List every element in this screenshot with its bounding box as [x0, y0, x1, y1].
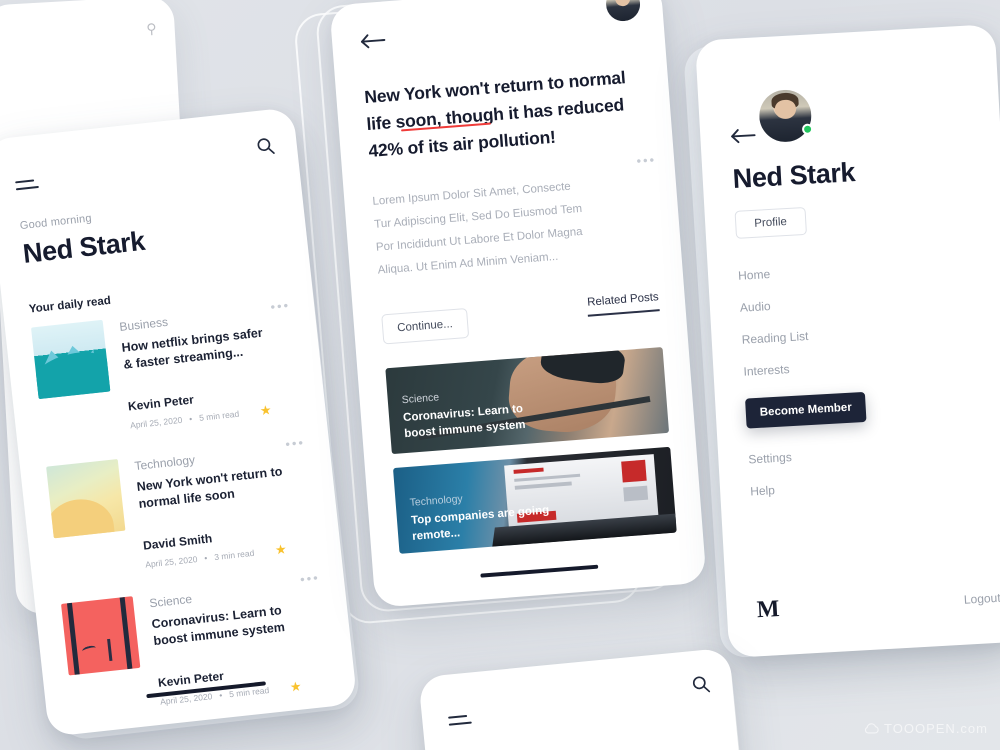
- meta-separator: •: [203, 552, 208, 564]
- menu-item-audio[interactable]: Audio: [740, 287, 984, 315]
- star-icon[interactable]: ★: [289, 678, 302, 695]
- more-dots-icon[interactable]: •••: [299, 570, 320, 587]
- brand-logo: M: [756, 596, 781, 624]
- article-thumbnail: [46, 458, 126, 539]
- related-post-title: Coronavirus: Learn to boost immune syste…: [402, 403, 526, 441]
- star-icon[interactable]: ★: [274, 541, 287, 558]
- watermark-text: TOOOPEN.com: [884, 721, 988, 736]
- search-icon[interactable]: [690, 674, 711, 695]
- related-post-card[interactable]: Technology Top companies are going remot…: [393, 447, 677, 555]
- bottom-home-screen-phone: Good morning: [418, 647, 750, 750]
- profile-drawer-phone: Ned Stark Profile Home Audio Reading Lis…: [694, 24, 1000, 658]
- menu-item-home[interactable]: Home: [738, 255, 982, 283]
- article-list-item[interactable]: ••• Technology New York won't return to …: [46, 435, 319, 582]
- hamburger-icon[interactable]: [448, 714, 472, 726]
- avatar[interactable]: [758, 88, 814, 144]
- search-icon: ⚲: [145, 20, 158, 37]
- menu-item-settings[interactable]: Settings: [748, 439, 992, 466]
- more-dots-icon[interactable]: •••: [636, 152, 657, 168]
- greeting-text: Good morning: [452, 730, 716, 750]
- related-post-category: Science: [401, 391, 440, 407]
- article-date: April 25, 2020: [144, 553, 198, 570]
- screenshot-canvas: ⚲ fer ••• ★ ★ Good morning Ned Stark You…: [0, 0, 1000, 750]
- article-headline: New York won't return to normal life soo…: [363, 67, 627, 162]
- continue-button[interactable]: Continue...: [381, 308, 469, 345]
- meta-separator: •: [188, 413, 193, 424]
- back-arrow-icon[interactable]: [730, 127, 757, 145]
- become-member-button[interactable]: Become Member: [745, 391, 867, 429]
- meta-separator: •: [218, 690, 223, 701]
- home-screen-phone: Good morning Ned Stark Your daily read •…: [0, 107, 358, 737]
- more-dots-icon[interactable]: •••: [317, 735, 338, 737]
- article-read-time: 5 min read: [198, 408, 240, 423]
- logout-button[interactable]: Logout: [964, 591, 1000, 607]
- article-list-item[interactable]: ••• Science Coronavirus: Learn to boost …: [61, 570, 334, 720]
- user-name: Ned Stark: [731, 157, 856, 194]
- more-dots-icon[interactable]: •••: [285, 435, 306, 452]
- watermark: TOOOPEN.com: [864, 721, 988, 736]
- article-thumbnail: [61, 596, 141, 676]
- article-screen-phone: New York won't return to normal life soo…: [329, 0, 707, 608]
- profile-button[interactable]: Profile: [734, 206, 807, 239]
- hamburger-icon[interactable]: [15, 179, 39, 191]
- article-read-time: 3 min read: [213, 547, 255, 563]
- related-posts-tab[interactable]: Related Posts: [587, 292, 659, 309]
- article-thumbnail: [30, 319, 111, 400]
- back-arrow-icon[interactable]: [360, 31, 387, 50]
- star-icon[interactable]: ★: [259, 402, 272, 419]
- menu-item-reading-list[interactable]: Reading List: [741, 319, 985, 347]
- article-date: April 25, 2020: [129, 414, 183, 431]
- menu-item-help[interactable]: Help: [750, 471, 994, 498]
- related-post-category: Technology: [409, 493, 464, 510]
- menu-item-interests[interactable]: Interests: [743, 351, 987, 379]
- article-list-item[interactable]: ••• Business How netflix brings safer & …: [30, 298, 304, 443]
- user-avatar[interactable]: [604, 0, 642, 22]
- related-post-card[interactable]: Science Coronavirus: Learn to boost immu…: [385, 347, 670, 455]
- search-icon[interactable]: [255, 135, 276, 156]
- online-status-dot: [802, 123, 814, 135]
- article-body: Lorem Ipsum Dolor Sit Amet, Consecte Tur…: [372, 181, 584, 278]
- more-dots-icon[interactable]: •••: [270, 298, 291, 315]
- cloud-icon: [864, 723, 879, 734]
- tab-underline: [588, 309, 660, 318]
